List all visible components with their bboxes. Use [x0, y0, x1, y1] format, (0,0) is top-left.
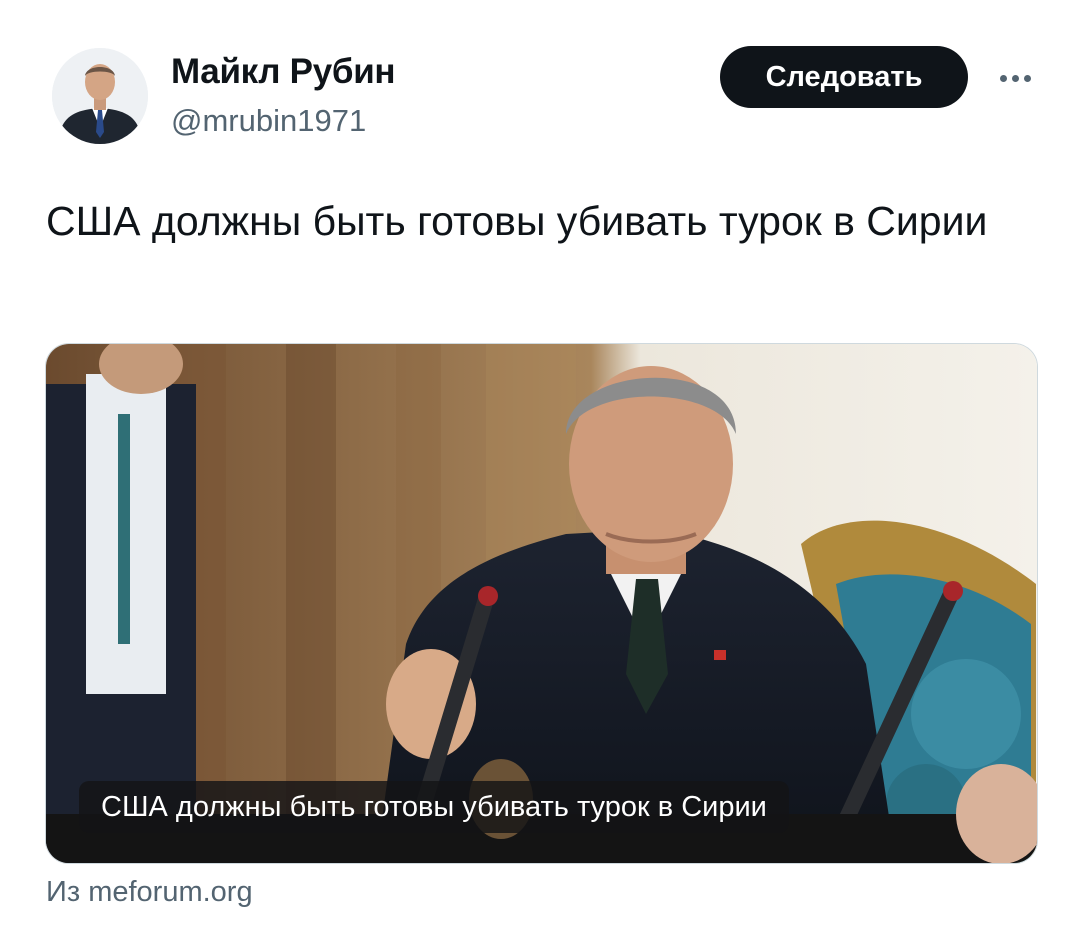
more-dot — [1023, 74, 1031, 82]
link-preview-card[interactable]: США должны быть готовы убивать турок в С… — [45, 343, 1038, 864]
author-name[interactable]: Майкл Рубин — [171, 52, 396, 92]
card-caption: США должны быть готовы убивать турок в С… — [101, 790, 767, 823]
source-prefix: Из — [46, 876, 81, 908]
tweet-text: США должны быть готовы убивать турок в С… — [46, 198, 988, 244]
author-handle[interactable]: @mrubin1971 — [171, 103, 366, 139]
card-caption-box: США должны быть готовы убивать турок в С… — [79, 781, 789, 833]
follow-button[interactable]: Следовать — [720, 46, 968, 108]
more-dot — [1011, 74, 1019, 82]
source-link[interactable]: meforum.org — [88, 876, 252, 908]
avatar[interactable] — [52, 48, 148, 144]
more-options-icon[interactable] — [990, 58, 1040, 98]
card-source: Из meforum.org — [46, 876, 253, 909]
avatar-image — [52, 48, 148, 144]
more-dot — [999, 74, 1007, 82]
